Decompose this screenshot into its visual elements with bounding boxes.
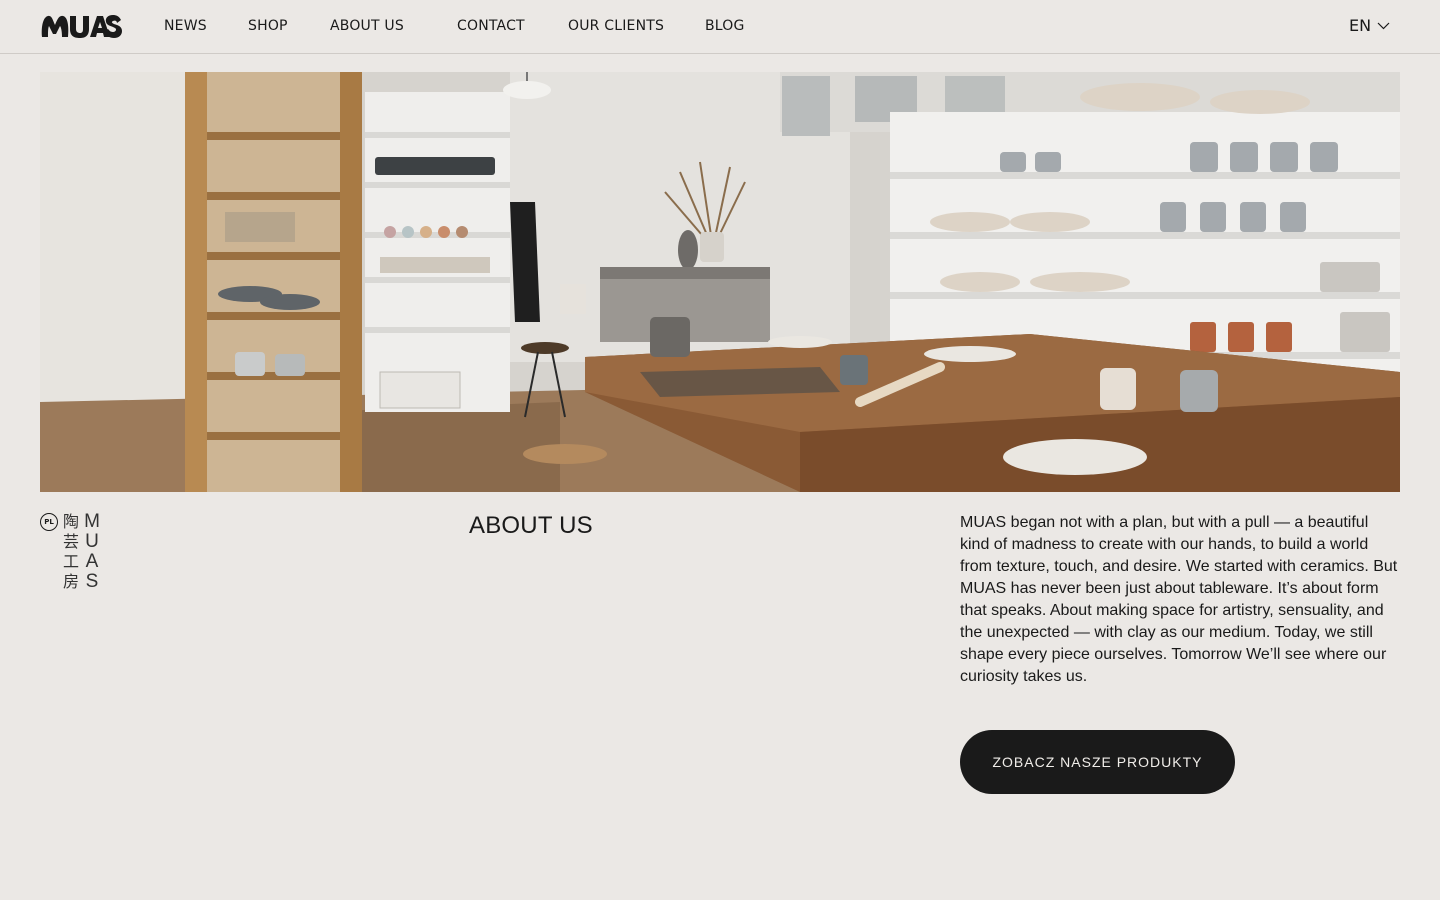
latin-char: S [85, 571, 99, 592]
nav-our-clients[interactable]: OUR CLIENTS [568, 17, 664, 35]
latin-char: M [84, 511, 100, 532]
latin-char: U [85, 531, 99, 552]
nav-news[interactable]: NEWS [164, 17, 207, 35]
nav-contact[interactable]: CONTACT [457, 17, 525, 35]
muas-logo-icon [41, 15, 122, 38]
section-title: ABOUT US [469, 512, 593, 539]
see-products-button[interactable]: ZOBACZ NASZE PRODUKTY [960, 730, 1235, 794]
nav-blog[interactable]: BLOG [705, 17, 745, 35]
pl-badge: PL [40, 513, 58, 531]
chevron-down-icon [1377, 22, 1390, 29]
latin-char: A [85, 551, 99, 572]
ceramics-studio-photo [40, 72, 1400, 492]
kanji-char: 陶 [62, 512, 79, 531]
language-selector[interactable]: EN [1349, 16, 1390, 35]
kanji-char: 房 [62, 572, 79, 591]
kanji-char: 芸 [62, 532, 79, 551]
nav-about-us[interactable]: ABOUT US [330, 17, 404, 35]
latin-column: M U A S [82, 512, 102, 592]
language-label: EN [1349, 16, 1372, 35]
hero-image [40, 72, 1400, 492]
about-text: MUAS began not with a plan, but with a p… [960, 514, 1398, 685]
logo[interactable] [40, 13, 123, 39]
nav-shop[interactable]: SHOP [248, 17, 288, 35]
kanji-char: 工 [62, 552, 79, 571]
site-header: NEWS SHOP ABOUT US CONTACT OUR CLIENTS B… [0, 0, 1440, 54]
kanji-column: 陶 芸 工 房 [62, 512, 80, 592]
muas-vertical-mark: PL 陶 芸 工 房 M U A S [40, 512, 102, 592]
